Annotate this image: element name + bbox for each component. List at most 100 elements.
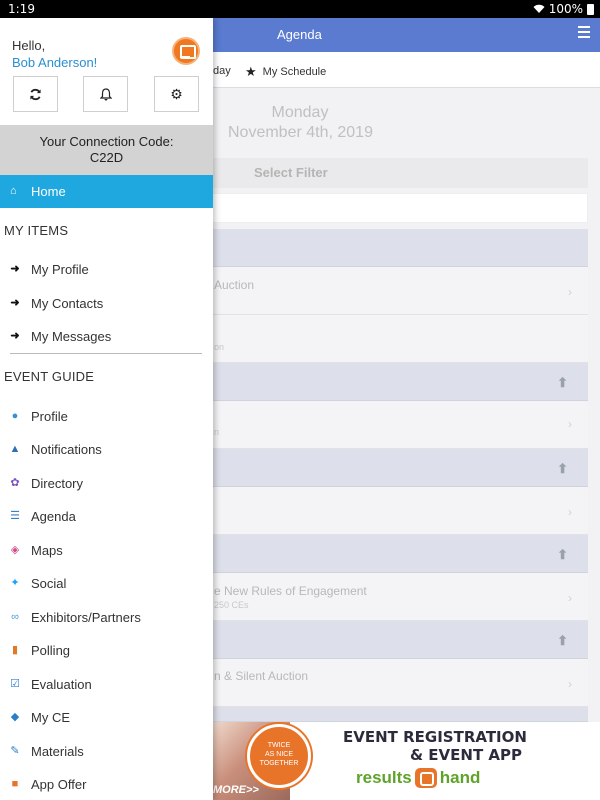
agenda-date: November 4th, 2019	[228, 124, 373, 141]
sidebar-item-label: Profile	[31, 409, 68, 424]
status-right: 100%	[533, 2, 594, 16]
tab-my-schedule[interactable]: ★ My Schedule	[245, 64, 326, 80]
sidebar-item-label: Directory	[31, 476, 84, 491]
page-title: Agenda	[277, 27, 322, 42]
session-subtitle: on	[214, 342, 225, 352]
arrow-up-icon[interactable]: ⬆	[557, 461, 568, 477]
ad-badge: TWICE AS NICE TOGETHER	[247, 724, 311, 788]
user-name[interactable]: Bob Anderson!	[12, 55, 97, 70]
session-title: n & Silent Auction	[214, 669, 309, 683]
ad-brand-right: hand	[439, 768, 481, 787]
session-title: Auction	[214, 278, 255, 292]
sidebar-item-label: Exhibitors/Partners	[31, 610, 141, 625]
sidebar-item-materials[interactable]: ✎ Materials	[0, 738, 213, 766]
sidebar-item-notifications[interactable]: ▲ Notifications	[0, 436, 213, 464]
arrow-right-icon: ➜	[10, 330, 20, 342]
sidebar-item-label: Materials	[31, 744, 84, 759]
status-bar: 1:19 100%	[0, 0, 600, 18]
sidebar-item-profile[interactable]: ● Profile	[0, 403, 213, 431]
section-header-event-guide: EVENT GUIDE	[4, 369, 95, 384]
sidebar-item-home[interactable]: ⌂ Home	[0, 175, 213, 208]
sidebar-item-label: Agenda	[31, 509, 76, 524]
chevron-right-icon: ›	[568, 505, 572, 519]
bar-chart-icon: ▮	[11, 644, 19, 656]
section-header-my-items: MY ITEMS	[4, 223, 69, 238]
arrow-up-icon[interactable]: ⬆	[557, 547, 568, 563]
sidebar-item-my-ce[interactable]: ◆ My CE	[0, 704, 213, 732]
gear-icon: ⚙	[170, 85, 183, 102]
sidebar-item-label: Polling	[31, 643, 71, 658]
connection-code: C22D	[89, 150, 124, 165]
ad-badge-line: TWICE	[267, 742, 291, 749]
people-icon: ✿	[10, 477, 20, 489]
tab-my-schedule-label: My Schedule	[262, 66, 327, 78]
sidebar-item-label: Maps	[31, 543, 63, 558]
arrow-up-icon[interactable]: ⬆	[557, 633, 568, 649]
ad-more-link[interactable]: MORE>>	[213, 784, 259, 796]
sidebar-item-polling[interactable]: ▮ Polling	[0, 637, 213, 665]
ad-headline: EVENT REGISTRATION	[343, 728, 527, 746]
sidebar-item-label: My CE	[31, 710, 70, 725]
divider	[10, 353, 202, 354]
session-subtitle: 250 CEs	[214, 600, 249, 610]
sidebar-item-my-contacts[interactable]: ➜ My Contacts	[0, 290, 213, 318]
nav-drawer: Hello, Bob Anderson! ⚙ Your Connection C…	[0, 18, 213, 800]
sidebar-item-directory[interactable]: ✿ Directory	[0, 470, 213, 498]
tab-today[interactable]: day	[213, 65, 231, 77]
sidebar-item-label: Notifications	[31, 442, 102, 457]
graduation-cap-icon: ◆	[10, 711, 20, 723]
chevron-right-icon: ›	[568, 417, 572, 431]
sidebar-item-social[interactable]: ✦ Social	[0, 570, 213, 598]
wifi-icon	[533, 4, 545, 13]
handshake-icon: ∞	[11, 611, 19, 623]
sidebar-item-agenda[interactable]: ☰ Agenda	[0, 503, 213, 531]
battery-icon	[587, 3, 594, 15]
refresh-button[interactable]	[13, 76, 58, 112]
sidebar-item-my-messages[interactable]: ➜ My Messages	[0, 323, 213, 351]
hamburger-menu-icon[interactable]	[578, 26, 590, 38]
sidebar-item-label: My Profile	[31, 262, 89, 277]
sidebar-item-label: Home	[31, 184, 66, 199]
session-title: e New Rules of Engagement	[214, 584, 367, 598]
sidebar-item-exhibitors-partners[interactable]: ∞ Exhibitors/Partners	[0, 604, 213, 632]
sidebar-item-app-offer[interactable]: ■ App Offer	[0, 771, 213, 799]
connection-code-label: Your Connection Code:	[39, 134, 174, 149]
settings-button[interactable]: ⚙	[154, 76, 199, 112]
sidebar-item-maps[interactable]: ◈ Maps	[0, 537, 213, 565]
chevron-right-icon: ›	[568, 677, 572, 691]
warning-icon: ▲	[9, 443, 21, 455]
sidebar-item-label: My Messages	[31, 329, 112, 344]
app-offer-icon: ■	[11, 778, 19, 790]
star-icon: ★	[245, 64, 257, 79]
arrow-right-icon: ➜	[10, 297, 20, 309]
notifications-button[interactable]	[83, 76, 128, 112]
status-time: 1:19	[8, 2, 35, 16]
twitter-icon: ✦	[10, 577, 20, 589]
sidebar-item-my-profile[interactable]: ➜ My Profile	[0, 256, 213, 284]
connection-code-box: Your Connection Code: C22D	[0, 125, 213, 175]
arrow-up-icon[interactable]: ⬆	[557, 375, 568, 391]
paperclip-icon: ✎	[10, 745, 20, 757]
ad-headline-2: & EVENT APP	[410, 746, 523, 764]
sidebar-item-label: Evaluation	[31, 677, 92, 692]
sidebar-item-label: My Contacts	[31, 296, 104, 311]
arrow-right-icon: ➜	[10, 263, 20, 275]
chevron-right-icon: ›	[568, 285, 572, 299]
ad-badge-line: AS NICE	[264, 751, 293, 758]
filter-label: Select Filter	[254, 165, 328, 180]
ad-brand-left: results	[356, 768, 412, 787]
at-logo-icon	[414, 768, 437, 788]
greeting: Hello,	[12, 38, 46, 53]
bell-icon	[99, 87, 112, 100]
list-icon: ☰	[10, 510, 20, 522]
battery-percent: 100%	[548, 2, 583, 16]
sidebar-item-label: App Offer	[31, 777, 87, 792]
avatar[interactable]	[172, 37, 200, 65]
map-icon: ◈	[10, 544, 20, 556]
sidebar-item-label: Social	[31, 576, 67, 591]
ad-badge-line: TOGETHER	[259, 760, 299, 767]
sidebar-item-evaluation[interactable]: ☑ Evaluation	[0, 671, 213, 699]
agenda-day: Monday	[271, 104, 329, 121]
person-icon: ●	[11, 410, 19, 422]
refresh-icon	[30, 88, 41, 100]
